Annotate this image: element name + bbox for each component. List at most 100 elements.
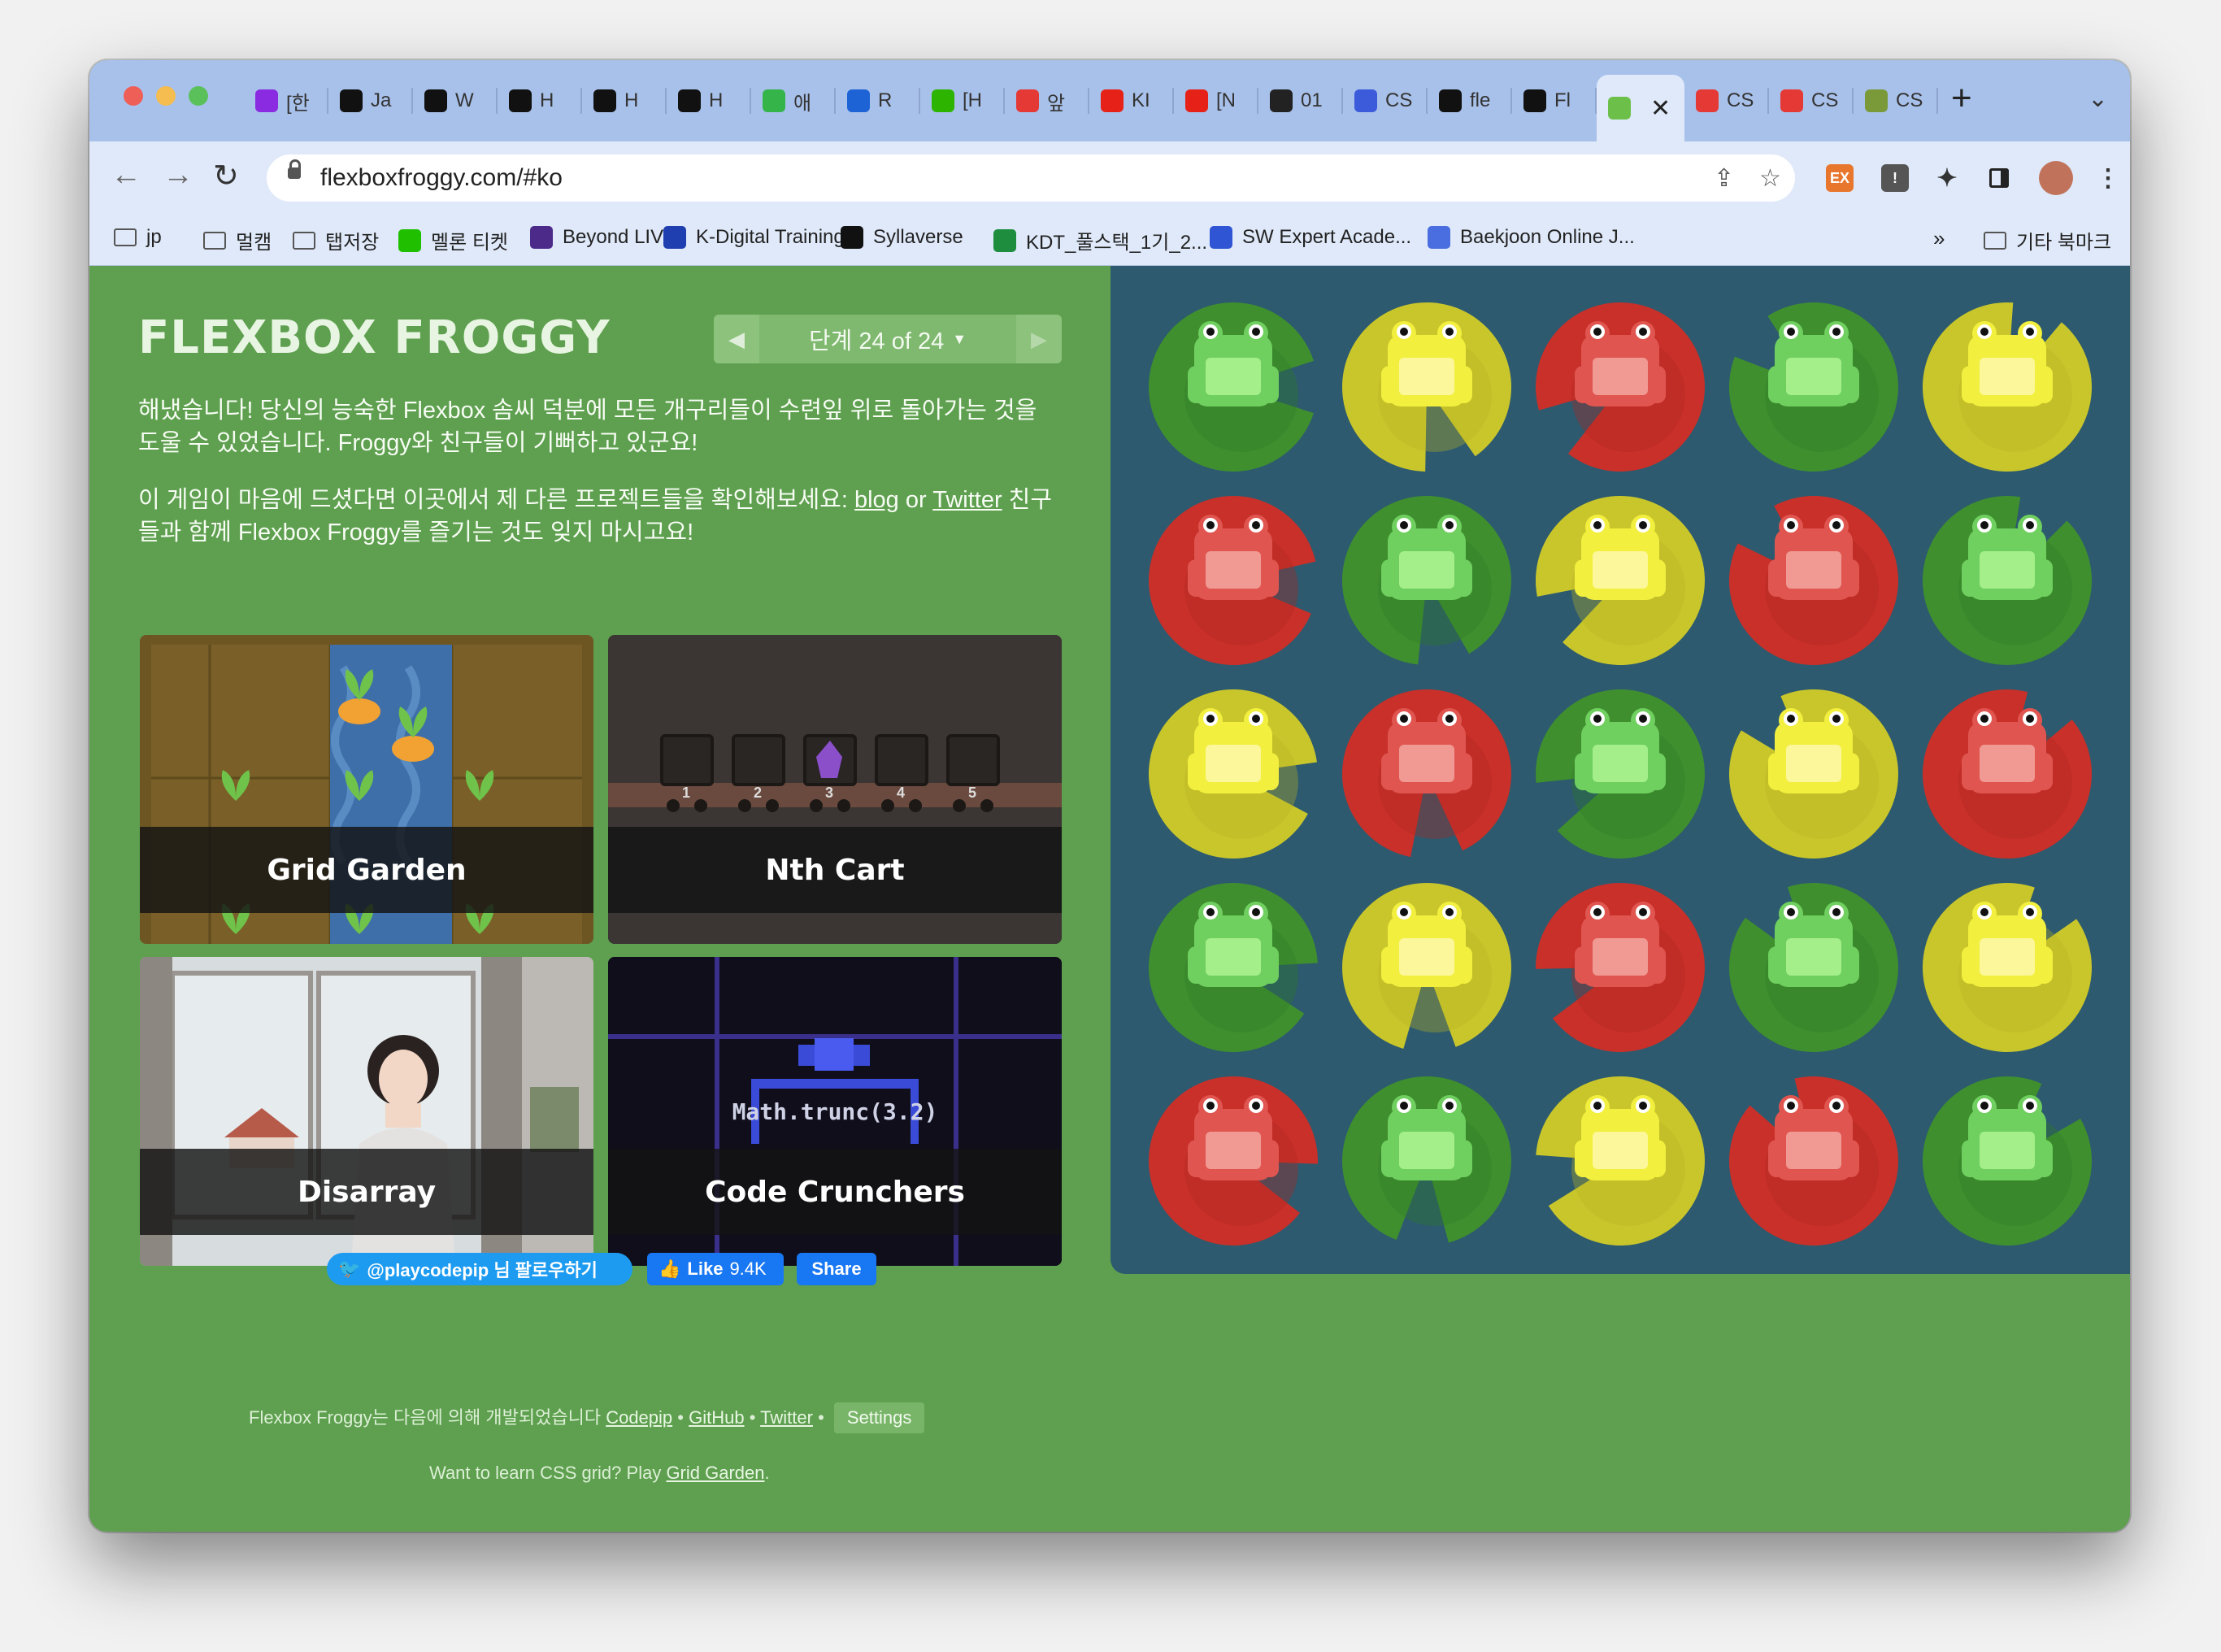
new-tab-button[interactable]: +: [1951, 78, 1972, 119]
dropdown-caret-icon: ▼: [952, 330, 967, 347]
github-link[interactable]: GitHub: [689, 1407, 744, 1428]
browser-tab[interactable]: Ja: [328, 75, 413, 127]
yellow-frog-on-lilypad: [1729, 689, 1898, 859]
nth-cart-card[interactable]: 1 2 3 4 5 Nth Cart: [608, 635, 1062, 944]
folder-icon: [293, 231, 315, 250]
frog-part: [1841, 366, 1859, 403]
twitter-link[interactable]: Twitter: [932, 487, 1002, 513]
other-bookmarks[interactable]: 기타 북마크: [1984, 226, 2111, 254]
frog-part: [1400, 521, 1408, 529]
reload-icon[interactable]: ↻: [213, 158, 239, 194]
frog-part: [1841, 1140, 1859, 1177]
browser-tab[interactable]: W: [413, 75, 498, 127]
browser-tab[interactable]: [N: [1174, 75, 1258, 127]
like-count: 9.4K: [729, 1259, 767, 1279]
frog-part: [1768, 946, 1786, 984]
bookmark-item[interactable]: KDT_풀스택_1기_2...: [993, 226, 1207, 254]
browser-tab[interactable]: fle: [1428, 75, 1512, 127]
browser-tab[interactable]: H: [582, 75, 667, 127]
frog-part: [1454, 753, 1472, 790]
extension-ex-icon[interactable]: EX: [1826, 164, 1854, 192]
facebook-share-button[interactable]: Share: [797, 1253, 876, 1285]
browser-tab[interactable]: ✕: [1597, 75, 1684, 141]
tab-search-chevron-icon[interactable]: ⌄: [2088, 85, 2108, 113]
frog-part: [1445, 521, 1454, 529]
extension-info-icon[interactable]: !: [1881, 164, 1909, 192]
frog-part: [1786, 358, 1841, 395]
frog-part: [1206, 328, 1215, 336]
tab-title: 앞: [1047, 92, 1066, 115]
extensions-puzzle-icon[interactable]: ✦: [1933, 164, 1961, 192]
twitter-follow-button[interactable]: 🐦 @playcodepip 님 팔로우하기: [327, 1253, 632, 1285]
browser-tab[interactable]: CS: [1343, 75, 1428, 127]
frog-part: [1261, 946, 1279, 984]
frog-part: [2026, 908, 2034, 916]
address-bar[interactable]: flexboxfroggy.com/#ko ⇪ ☆: [267, 154, 1795, 202]
browser-tab[interactable]: R: [836, 75, 920, 127]
frog-part: [1648, 366, 1666, 403]
yellow-frog-on-lilypad: [1536, 496, 1705, 665]
browser-tab[interactable]: 앞: [1005, 75, 1089, 127]
next-level-arrow-icon[interactable]: ▶: [1016, 315, 1062, 363]
side-panel-icon[interactable]: [1985, 164, 2013, 192]
bookmark-item[interactable]: 멀캠: [203, 226, 272, 254]
bookmark-item[interactable]: Syllaverse: [841, 226, 963, 249]
frog-part: [1786, 745, 1841, 782]
bookmark-item[interactable]: SW Expert Acade...: [1210, 226, 1411, 249]
disarray-card[interactable]: Disarray: [140, 957, 593, 1266]
browser-tab[interactable]: 애: [751, 75, 836, 127]
lock-icon[interactable]: [288, 159, 301, 179]
bookmark-item[interactable]: jp: [114, 226, 162, 249]
frog-part: [1768, 1140, 1786, 1177]
browser-tab[interactable]: KI: [1089, 75, 1174, 127]
browser-tab[interactable]: Fl: [1512, 75, 1597, 127]
bookmark-item[interactable]: K-Digital Training: [663, 226, 845, 249]
bookmark-item[interactable]: Baekjoon Online J...: [1428, 226, 1635, 249]
previous-level-arrow-icon[interactable]: ◀: [714, 315, 759, 363]
frog-part: [1206, 745, 1261, 782]
blog-link[interactable]: blog: [854, 487, 899, 513]
browser-tab[interactable]: [한: [244, 75, 328, 127]
level-indicator[interactable]: 단계 24 of 24 ▼: [759, 315, 1016, 363]
green-frog-on-lilypad: [1342, 1076, 1511, 1243]
bookmark-item[interactable]: Beyond LIVE: [530, 226, 676, 249]
frog-part: [1188, 1140, 1206, 1177]
frog-part: [2026, 328, 2034, 336]
footer-twitter-link[interactable]: Twitter: [760, 1407, 813, 1428]
bookmark-label: Baekjoon Online J...: [1460, 226, 1635, 248]
share-icon[interactable]: ⇪: [1714, 164, 1734, 193]
code-crunchers-card[interactable]: Math.trunc(3.2) Code Crunchers: [608, 957, 1062, 1266]
codepip-link[interactable]: Codepip: [606, 1407, 672, 1428]
bookmark-item[interactable]: 탭저장: [293, 226, 379, 254]
close-window-button[interactable]: [124, 86, 143, 106]
settings-button[interactable]: Settings: [833, 1402, 925, 1433]
grid-garden-card[interactable]: Grid Garden: [140, 635, 593, 944]
forward-arrow-icon[interactable]: →: [163, 158, 193, 193]
bookmark-label: K-Digital Training: [696, 226, 845, 248]
browser-tab[interactable]: H: [667, 75, 751, 127]
browser-tab[interactable]: CS: [1854, 75, 1938, 127]
facebook-like-button[interactable]: 👍 Like 9.4K: [647, 1253, 784, 1285]
close-tab-icon[interactable]: ✕: [1650, 94, 1671, 123]
profile-avatar[interactable]: [2039, 161, 2073, 195]
grid-garden-link[interactable]: Grid Garden: [666, 1463, 764, 1483]
tab-list: [한 Ja W H H H 애 R [H 앞 KI [N 01 CS fle Fl ✕ CS CS CS: [244, 75, 1938, 141]
browser-tab[interactable]: CS: [1769, 75, 1854, 127]
browser-tab[interactable]: H: [498, 75, 582, 127]
browser-tab[interactable]: 01: [1258, 75, 1343, 127]
bookmark-item[interactable]: 멜론 티켓: [398, 226, 508, 254]
back-arrow-icon[interactable]: ←: [111, 158, 141, 193]
frog-part: [1639, 908, 1647, 916]
frog-part: [1593, 745, 1648, 782]
browser-tab[interactable]: [H: [920, 75, 1005, 127]
bookmark-star-icon[interactable]: ☆: [1759, 164, 1781, 193]
maximize-window-button[interactable]: [189, 86, 208, 106]
bookmarks-overflow-button[interactable]: »: [1933, 226, 1945, 251]
frog-part: [1454, 559, 1472, 597]
grid-garden-promo: Want to learn CSS grid? Play Grid Garden…: [429, 1463, 770, 1484]
browser-tab[interactable]: CS: [1684, 75, 1769, 127]
frog-part: [1832, 1102, 1841, 1110]
frog-part: [1648, 559, 1666, 597]
minimize-window-button[interactable]: [156, 86, 176, 106]
menu-kebab-icon[interactable]: ⋮: [2094, 164, 2122, 192]
